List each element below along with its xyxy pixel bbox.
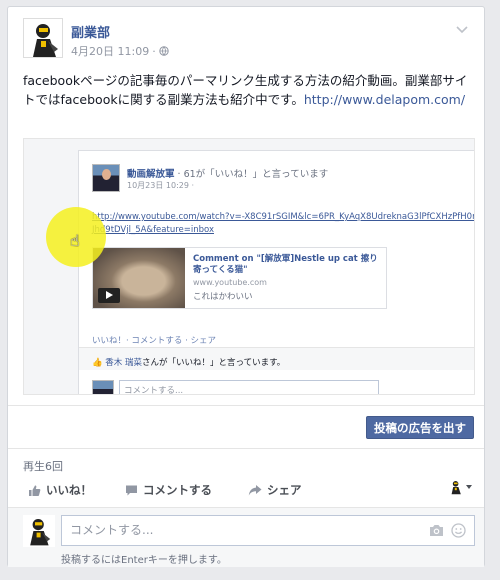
camera-icon[interactable] [429, 524, 444, 537]
share-icon [248, 484, 262, 495]
embedded-comment-avatar [92, 380, 114, 394]
video-thumbnail [93, 248, 185, 308]
divider [8, 405, 484, 406]
comment-hint: 投稿するにはEnterキーを押します。 [61, 555, 227, 566]
comment-label: コメントする [143, 483, 212, 497]
embedded-card-desc: これはかわいい [193, 292, 253, 302]
embedded-link: http://www.youtube.com/watch?v=-X8C91rSG… [92, 212, 475, 235]
embedded-actions: いいね！· コメントする · シェア [92, 336, 217, 346]
page-selector[interactable] [448, 479, 472, 495]
page-name[interactable]: 副業部 [71, 22, 110, 41]
post-body: facebookページの記事毎のパーマリンク生成する方法の紹介動画。副業部サイト… [23, 71, 473, 109]
view-count: 再生6回 [23, 460, 63, 473]
embedded-likes-suffix: さんが「いいね！」と言っています。 [142, 358, 286, 368]
boost-post-button[interactable]: 投稿の広告を出す [366, 416, 474, 439]
comment-icon [126, 485, 137, 495]
meta-separator: · [152, 44, 156, 58]
post-meta: 4月20日 11:09 · [71, 43, 169, 59]
embedded-like-icon: 👍 [92, 358, 103, 368]
share-button[interactable]: シェア [248, 482, 302, 498]
play-icon [98, 288, 120, 303]
comment-input[interactable] [70, 523, 410, 537]
divider [8, 507, 484, 508]
embedded-comment-input: コメントする... [119, 380, 379, 394]
embedded-card-title: Comment on "[解放軍]Nestle up cat 擦り寄ってくる猫" [193, 254, 378, 275]
like-button[interactable]: いいね！ [28, 482, 92, 498]
comment-button[interactable]: コメントする [125, 482, 212, 498]
post-timestamp[interactable]: 4月20日 11:09 [71, 43, 149, 59]
globe-icon[interactable] [159, 46, 169, 56]
embedded-screenshot[interactable]: 動画解放軍 · 61が「いいね！」と言っています 10月23日 10:29 · … [23, 138, 475, 395]
embedded-post: 動画解放軍 · 61が「いいね！」と言っています 10月23日 10:29 · … [78, 150, 475, 394]
chevron-down-icon [466, 485, 472, 489]
comment-box[interactable] [61, 515, 475, 546]
commenter-avatar [23, 515, 55, 547]
embedded-avatar [92, 164, 120, 192]
post-link[interactable]: http://www.delapom.com/ [304, 92, 465, 107]
embedded-likes: 👍 香木 瑞菜さんが「いいね！」と言っています。 [92, 356, 285, 368]
embedded-card-url: www.youtube.com [193, 278, 267, 287]
page-avatar[interactable] [23, 18, 63, 58]
embedded-link-card: Comment on "[解放軍]Nestle up cat 擦り寄ってくる猫"… [92, 247, 387, 309]
page-selector-avatar [448, 479, 464, 495]
hand-cursor-icon: ☝ [70, 231, 80, 250]
like-icon [29, 484, 41, 496]
smiley-icon[interactable] [451, 523, 466, 538]
embedded-header: 動画解放軍 · 61が「いいね！」と言っています [127, 166, 328, 180]
embedded-time: 10月23日 10:29 · [127, 181, 195, 190]
embedded-poster: 動画解放軍 [127, 169, 175, 180]
like-label: いいね！ [46, 483, 92, 497]
embedded-liker: 香木 瑞菜 [105, 358, 142, 368]
embedded-liked-text: · 61が「いいね！」と言っています [177, 169, 329, 180]
share-label: シェア [267, 483, 302, 497]
post-card: 副業部 4月20日 11:09 · facebookページの記事毎のパーマリンク… [7, 6, 485, 567]
chevron-down-icon[interactable] [454, 21, 470, 37]
divider [8, 448, 484, 449]
